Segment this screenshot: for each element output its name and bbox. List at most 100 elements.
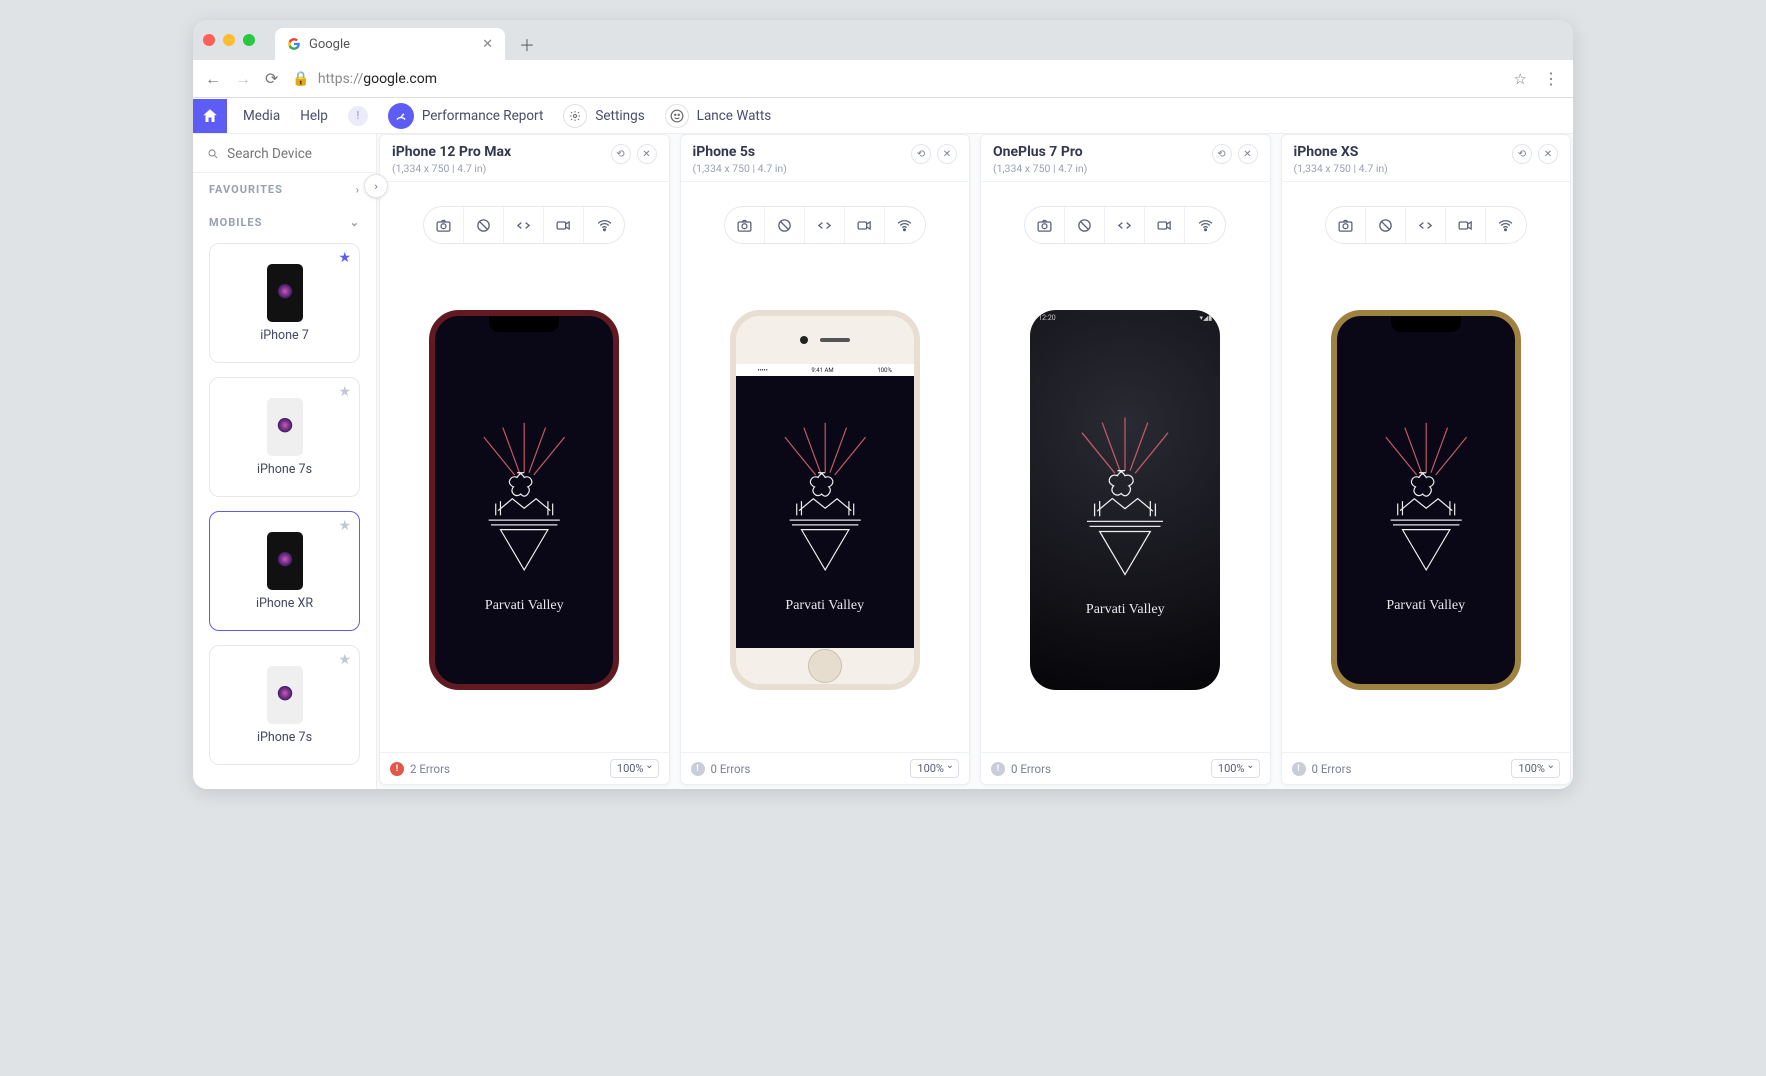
browser-tab[interactable]: Google ✕ bbox=[275, 28, 505, 60]
sidebar: › FAVOURITES› MOBILES⌄ ★ iPhone 7 ★ iPho… bbox=[193, 134, 377, 789]
nav-settings[interactable]: Settings bbox=[563, 104, 644, 128]
network-button[interactable] bbox=[1185, 207, 1225, 243]
screen-artwork-text: Parvati Valley bbox=[785, 598, 864, 614]
screenshot-button[interactable] bbox=[1326, 207, 1366, 243]
alert-badge-icon[interactable]: ! bbox=[348, 106, 368, 126]
pane-close-button[interactable]: ✕ bbox=[1538, 144, 1558, 164]
pane-close-button[interactable]: ✕ bbox=[637, 144, 657, 164]
browser-toolbar: ← → ⟳ 🔒 https://google.com ☆ ⋮ bbox=[193, 60, 1573, 98]
favourite-star-icon[interactable]: ★ bbox=[338, 250, 351, 266]
device-frame: •••••9:41 AM100% Parvati Valley bbox=[730, 310, 920, 690]
network-button[interactable] bbox=[885, 207, 925, 243]
errors-indicator[interactable]: ! 0 Errors bbox=[691, 762, 751, 776]
maximize-window-button[interactable] bbox=[243, 34, 255, 46]
sidebar-collapse-button[interactable]: › bbox=[364, 174, 388, 198]
clear-cache-button[interactable] bbox=[765, 207, 805, 243]
record-button[interactable] bbox=[1446, 207, 1486, 243]
device-thumbnail bbox=[267, 264, 303, 322]
device-thumbnail bbox=[267, 398, 303, 456]
devtools-button[interactable] bbox=[1105, 207, 1145, 243]
nav-performance-report[interactable]: Performance Report bbox=[388, 103, 544, 129]
no-sign-icon bbox=[475, 217, 492, 234]
reload-icon[interactable]: ⟳ bbox=[265, 69, 278, 88]
favourite-star-icon[interactable]: ★ bbox=[338, 518, 351, 534]
favourite-star-icon[interactable]: ★ bbox=[338, 652, 351, 668]
nav-media[interactable]: Media bbox=[243, 108, 280, 124]
network-button[interactable] bbox=[584, 207, 624, 243]
device-card[interactable]: ★ iPhone XR bbox=[209, 511, 360, 631]
close-window-button[interactable] bbox=[203, 34, 215, 46]
pane-refresh-button[interactable]: ⟲ bbox=[1512, 144, 1532, 164]
minimize-window-button[interactable] bbox=[223, 34, 235, 46]
video-icon bbox=[1156, 217, 1173, 234]
zoom-select[interactable]: 100% bbox=[910, 759, 959, 778]
zoom-select[interactable]: 100% bbox=[1211, 759, 1260, 778]
new-tab-button[interactable]: ＋ bbox=[513, 30, 541, 58]
record-button[interactable] bbox=[1145, 207, 1185, 243]
pane-meta: (1,334 x 750 | 4.7 in) bbox=[1294, 162, 1388, 175]
screenshot-button[interactable] bbox=[1025, 207, 1065, 243]
pane-close-button[interactable]: ✕ bbox=[1238, 144, 1258, 164]
nav-user[interactable]: Lance Watts bbox=[665, 104, 772, 128]
home-button[interactable] bbox=[193, 99, 227, 133]
url-prefix: https:// bbox=[318, 71, 363, 87]
pane-meta: (1,334 x 750 | 4.7 in) bbox=[993, 162, 1087, 175]
pane-meta: (1,334 x 750 | 4.7 in) bbox=[693, 162, 787, 175]
clear-cache-button[interactable] bbox=[1366, 207, 1406, 243]
window-controls bbox=[203, 34, 255, 46]
devtools-button[interactable] bbox=[504, 207, 544, 243]
bookmark-icon[interactable]: ☆ bbox=[1514, 70, 1527, 88]
device-screen-content: Parvati Valley bbox=[435, 316, 613, 684]
device-toolbar bbox=[423, 206, 625, 244]
screenshot-button[interactable] bbox=[424, 207, 464, 243]
device-card[interactable]: ★ iPhone 7s bbox=[209, 645, 360, 765]
search-device-input[interactable] bbox=[227, 146, 362, 162]
back-icon[interactable]: ← bbox=[205, 69, 221, 89]
sidebar-section-mobiles[interactable]: MOBILES⌄ bbox=[193, 206, 376, 239]
pane-title: OnePlus 7 Pro bbox=[993, 144, 1087, 160]
pane-close-button[interactable]: ✕ bbox=[937, 144, 957, 164]
clear-cache-button[interactable] bbox=[1065, 207, 1105, 243]
device-card[interactable]: ★ iPhone 7 bbox=[209, 243, 360, 363]
device-pane: OnePlus 7 Pro (1,334 x 750 | 4.7 in) ⟲ ✕ bbox=[980, 134, 1271, 785]
network-button[interactable] bbox=[1486, 207, 1526, 243]
errors-indicator[interactable]: ! 0 Errors bbox=[1292, 762, 1352, 776]
avatar-icon bbox=[665, 104, 689, 128]
code-icon bbox=[1116, 217, 1133, 234]
zoom-select[interactable]: 100% bbox=[1511, 759, 1560, 778]
app-topbar: Media Help ! Performance Report Settings… bbox=[193, 98, 1573, 134]
browser-menu-icon[interactable]: ⋮ bbox=[1541, 69, 1561, 88]
record-button[interactable] bbox=[845, 207, 885, 243]
device-card[interactable]: ★ iPhone 7s bbox=[209, 377, 360, 497]
zoom-select[interactable]: 100% bbox=[610, 759, 659, 778]
pane-refresh-button[interactable]: ⟲ bbox=[911, 144, 931, 164]
errors-indicator[interactable]: ! 2 Errors bbox=[390, 762, 450, 776]
screen-artwork-text: Parvati Valley bbox=[485, 598, 564, 614]
error-count-label: 2 Errors bbox=[410, 762, 450, 776]
devtools-button[interactable] bbox=[805, 207, 845, 243]
device-screen-content: Parvati Valley bbox=[1337, 316, 1515, 684]
record-button[interactable] bbox=[544, 207, 584, 243]
pane-meta: (1,334 x 750 | 4.7 in) bbox=[392, 162, 511, 175]
close-tab-icon[interactable]: ✕ bbox=[482, 37, 493, 52]
pane-refresh-button[interactable]: ⟲ bbox=[1212, 144, 1232, 164]
nav-help[interactable]: Help bbox=[300, 108, 328, 124]
home-icon bbox=[201, 107, 219, 125]
google-favicon-icon bbox=[287, 37, 301, 51]
pane-refresh-button[interactable]: ⟲ bbox=[611, 144, 631, 164]
device-label: iPhone XR bbox=[256, 596, 313, 611]
devtools-button[interactable] bbox=[1406, 207, 1446, 243]
clear-cache-button[interactable] bbox=[464, 207, 504, 243]
gauge-icon bbox=[388, 103, 414, 129]
device-frame: Parvati Valley bbox=[1331, 310, 1521, 690]
device-toolbar bbox=[1325, 206, 1527, 244]
sidebar-section-favourites[interactable]: FAVOURITES› bbox=[193, 173, 376, 206]
wifi-icon bbox=[1497, 217, 1514, 234]
wifi-icon bbox=[896, 217, 913, 234]
device-pane: iPhone XS (1,334 x 750 | 4.7 in) ⟲ ✕ bbox=[1281, 134, 1572, 785]
address-bar[interactable]: 🔒 https://google.com bbox=[292, 71, 1499, 87]
favourite-star-icon[interactable]: ★ bbox=[338, 384, 351, 400]
screenshot-button[interactable] bbox=[725, 207, 765, 243]
errors-indicator[interactable]: ! 0 Errors bbox=[991, 762, 1051, 776]
forward-icon[interactable]: → bbox=[235, 69, 251, 89]
